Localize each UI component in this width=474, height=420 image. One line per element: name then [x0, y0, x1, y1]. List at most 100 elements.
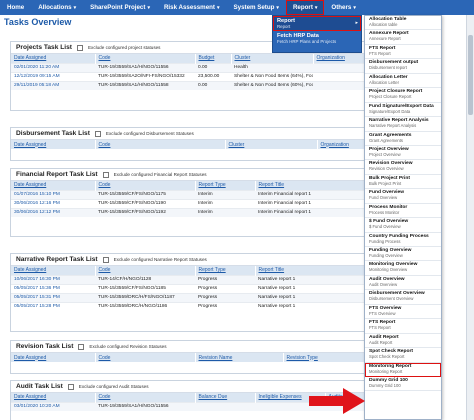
column-header[interactable]: Code: [95, 181, 196, 190]
date-cell[interactable]: 10/06/2017 16:30 PM: [11, 274, 95, 284]
code-cell: TUR-15/3559/DRC/H/NGO/1186: [95, 301, 195, 311]
menu-item-fetch-hrp-data[interactable]: Fetch HRP Data Fetch HRP Plans and Proje…: [273, 31, 361, 46]
code-cell: TUR-14/CF/H/NGO/1128: [95, 274, 195, 284]
table-row[interactable]: 05/05/2017 15:36 PM TUR-15/3559/CF/FS/NG…: [11, 283, 373, 293]
submenu-item-process-monitor[interactable]: Process Monitor Process Monitor: [365, 204, 441, 219]
submenu-item-audit-overview[interactable]: Audit Overview Audit Overview: [365, 276, 441, 291]
submenu-item-disbursement-output[interactable]: Disbursement output Disbursement report: [365, 59, 441, 74]
submenu-item-annexure-report[interactable]: Annexure Report Annexure Report: [365, 30, 441, 45]
date-cell[interactable]: 03/01/2020 10:20 AM: [11, 401, 95, 411]
column-header[interactable]: Date Assigned: [11, 353, 96, 362]
table-row[interactable]: 02/01/2020 11:20 AM TUR-19/3559/SA1/H/NG…: [11, 62, 373, 72]
exclude-checkbox[interactable]: [78, 343, 85, 350]
nav-sharepoint-project[interactable]: SharePoint Project ▾: [83, 0, 157, 15]
submenu-item-dollar-fund-overview[interactable]: $ Fund Overview $ Fund Overview: [365, 218, 441, 233]
submenu-item-funding-overview[interactable]: Funding Overview Funding Overview: [365, 247, 441, 262]
chevron-down-icon: ▾: [276, 4, 279, 11]
table-row[interactable]: 12/12/2019 09:15 AM TUR-19/3559/SA2O/NFI…: [11, 71, 373, 81]
exclude-checkbox[interactable]: [67, 383, 74, 390]
cluster-cell: Shelter & Non Food Items (60%), Food Sec…: [231, 80, 313, 90]
page-title: Tasks Overview: [4, 17, 72, 27]
code-cell: TUR-15/3559/CF/FS/NGO/1192: [95, 207, 195, 217]
column-header[interactable]: Code: [95, 266, 196, 275]
submenu-item-project-closure-report[interactable]: Project Closure Report Project Closure Re…: [365, 88, 441, 103]
column-header[interactable]: Budget: [195, 54, 232, 63]
submenu-item-audit-report[interactable]: Audit Report Audit Report: [365, 334, 441, 349]
date-cell[interactable]: 12/12/2019 09:15 AM: [11, 71, 95, 81]
column-header[interactable]: Revision Type: [283, 353, 374, 362]
disbursement-task-list: Disbursement Task List Exclude configure…: [10, 127, 374, 161]
column-header[interactable]: Code: [95, 353, 196, 362]
column-header[interactable]: Cluster: [225, 140, 318, 149]
column-header[interactable]: Report Type: [195, 266, 256, 275]
date-cell[interactable]: 05/05/2017 15:28 PM: [11, 301, 95, 311]
column-header[interactable]: Date Assigned: [11, 393, 96, 402]
date-cell[interactable]: 05/05/2017 15:36 PM: [11, 283, 95, 293]
nav-others[interactable]: Others ▾: [324, 0, 362, 15]
date-cell[interactable]: 30/06/2016 12:12 PM: [11, 207, 95, 217]
submenu-item-dummy-grid[interactable]: Dummy Grid 100 Dummy Grid 100: [365, 377, 441, 392]
nav-report[interactable]: Report ▾: [285, 0, 325, 15]
exclude-checkbox[interactable]: [76, 44, 83, 51]
column-header[interactable]: Cluster: [231, 54, 314, 63]
submenu-item-fts-overview[interactable]: FTS Overview FTS Overview: [365, 305, 441, 320]
column-header[interactable]: Code: [95, 393, 196, 402]
table-row[interactable]: 10/06/2017 16:30 PM TUR-14/CF/H/NGO/1128…: [11, 274, 373, 284]
chevron-down-icon: ▾: [73, 4, 77, 11]
date-cell[interactable]: 02/01/2020 11:20 AM: [11, 62, 95, 72]
column-header[interactable]: Report Type: [195, 181, 256, 190]
exclude-checkbox[interactable]: [102, 256, 109, 263]
section-title: Audit Task List: [16, 383, 63, 390]
submenu-item-grant-agreements[interactable]: Grant Agreements Grant Agreements: [365, 132, 441, 146]
submenu-item-country-funding-process[interactable]: Country Funding Process Funding Process: [365, 233, 441, 247]
submenu-item-spot-check-report[interactable]: Spot Check Report Spot Check Report: [365, 348, 441, 363]
section-header: Financial Report Task List Exclude confi…: [11, 169, 371, 181]
section-header: Revision Task List Exclude configured Re…: [11, 341, 371, 353]
column-header[interactable]: Date Assigned: [11, 54, 96, 63]
submenu-item-fund-overview[interactable]: Fund Overview Fund Overview: [365, 189, 441, 204]
submenu-item-allocation-table[interactable]: Allocation Table Allocation table: [365, 16, 441, 31]
table-row[interactable]: 30/06/2016 12:16 PM TUR-15/3559/CF/FS/NG…: [11, 198, 373, 208]
column-header[interactable]: Date Assigned: [11, 181, 96, 190]
submenu-item-fts-report-2[interactable]: FTS Report FTS Report: [365, 319, 441, 334]
table-row[interactable]: 05/05/2017 15:31 PM TUR-15/3559/DRC/H/FS…: [11, 292, 373, 302]
column-header[interactable]: Revision Name: [195, 353, 284, 362]
table-row[interactable]: 05/05/2017 15:28 PM TUR-15/3559/DRC/H/NG…: [11, 301, 373, 311]
submenu-item-fund-signature-export[interactable]: Fund Signature/Export Data Signature/Expo…: [365, 103, 441, 118]
submenu-item-project-overview[interactable]: Project Overview Project Overview: [365, 146, 441, 161]
nav-system-setup[interactable]: System Setup ▾: [227, 0, 286, 15]
submenu-item-bulk-project-print[interactable]: Bulk Project Print Bulk Project Print: [365, 175, 441, 190]
table-row[interactable]: 29/11/2019 05:18 AM TUR-19/3559/SA1/H/NG…: [11, 80, 373, 90]
date-cell[interactable]: 05/05/2017 15:31 PM: [11, 292, 95, 302]
table-row[interactable]: 30/06/2016 12:12 PM TUR-15/3559/CF/FS/NG…: [11, 207, 373, 217]
submenu-item-narrative-report-analysis[interactable]: Narrative Report Analysis Narrative Repor…: [365, 117, 441, 132]
column-header[interactable]: Date Assigned: [11, 266, 96, 275]
nav-home[interactable]: Home: [0, 0, 31, 15]
nav-allocations[interactable]: Allocations ▾: [31, 0, 83, 15]
table-row[interactable]: 01/07/2016 15:10 PM TUR-15/3559/CF/FS/NG…: [11, 189, 373, 199]
page-scrollbar[interactable]: [466, 15, 474, 420]
submenu-item-revision-overview[interactable]: Revision Overview Revision Overview: [365, 160, 441, 175]
nav-risk-assessment[interactable]: Risk Assessment ▾: [157, 0, 227, 15]
exclude-checkbox[interactable]: [94, 130, 101, 137]
column-header[interactable]: Report Title: [255, 266, 374, 275]
menu-item-report[interactable]: Report Report ▸: [273, 16, 361, 31]
balance-cell: [195, 401, 255, 411]
date-cell[interactable]: 29/11/2019 05:18 AM: [11, 80, 95, 90]
submenu-item-monitoring-overview[interactable]: Monitoring Overview Monitoring Overview: [365, 261, 441, 276]
submenu-item-sublabel: Audit Report: [369, 339, 393, 345]
exclude-checkbox[interactable]: [102, 171, 109, 178]
submenu-item-allocation-letter[interactable]: Allocation Letter Allocation Letter: [365, 74, 441, 89]
column-header[interactable]: Code: [95, 140, 226, 149]
column-header[interactable]: Code: [95, 54, 196, 63]
code-cell: TUR-15/3559/DRC/H/FS/NGO/1187: [95, 292, 195, 302]
submenu-item-disbursement-overview[interactable]: Disbursement Overview Disbursement Overvi…: [365, 290, 441, 305]
date-cell[interactable]: 30/06/2016 12:16 PM: [11, 198, 95, 208]
submenu-item-fts-report[interactable]: FTS Report FTS Report: [365, 45, 441, 60]
date-cell[interactable]: 01/07/2016 15:10 PM: [11, 189, 95, 199]
column-header[interactable]: Balance Due: [195, 393, 256, 402]
column-header[interactable]: Date Assigned: [11, 140, 96, 149]
submenu-item-monitoring-report[interactable]: Monitoring Report Monitoring Report: [365, 363, 441, 377]
scrollbar-thumb[interactable]: [468, 35, 473, 115]
column-header[interactable]: Report Title: [255, 181, 374, 190]
